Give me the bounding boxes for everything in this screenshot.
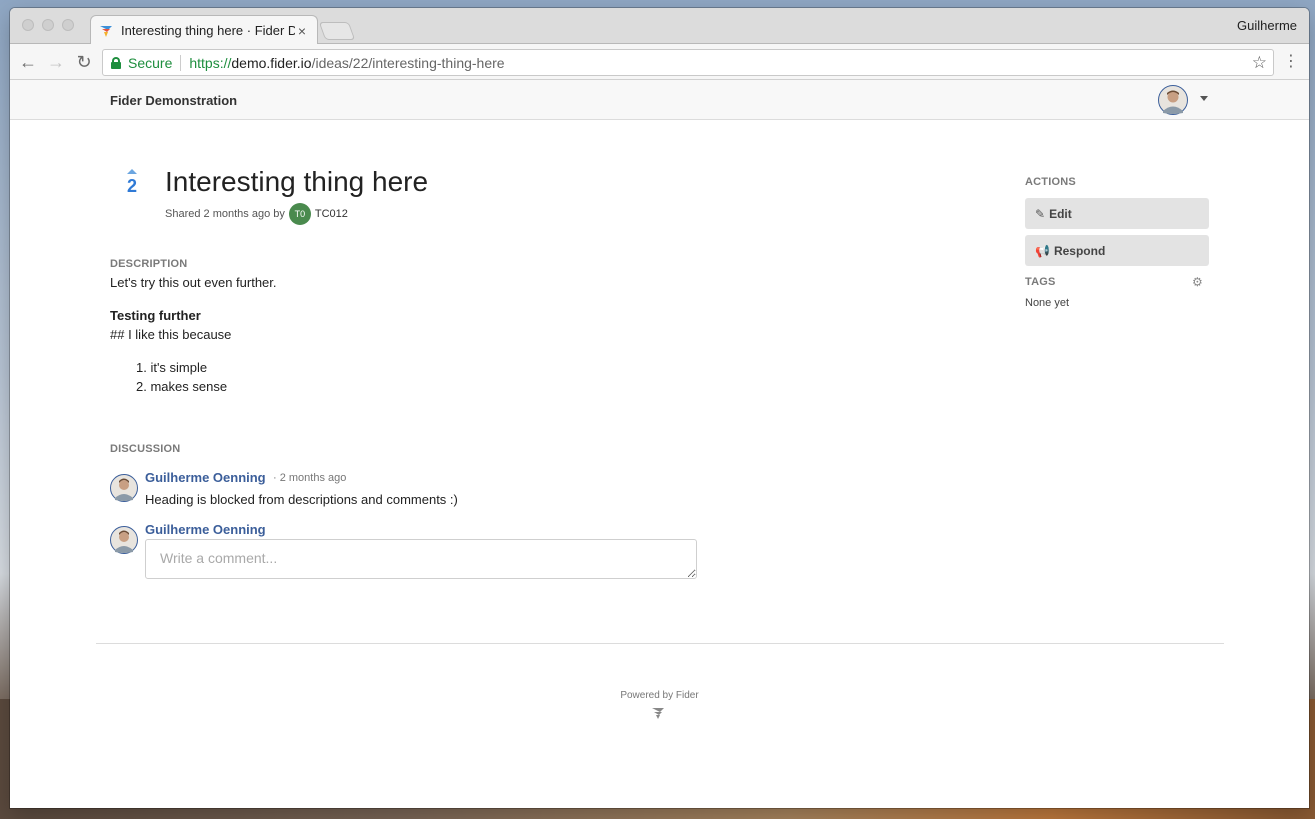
vote-counter[interactable]: 2 <box>123 169 141 197</box>
tags-empty-text: None yet <box>1025 297 1070 309</box>
idea-page: 2 Interesting thing here Shared 2 months… <box>10 121 1309 808</box>
tags-label: TAGS <box>1025 276 1056 288</box>
discussion-label: DISCUSSION <box>110 443 181 455</box>
commenter-name[interactable]: Guilherme Oenning <box>145 470 266 485</box>
browser-tab[interactable]: Interesting thing here · Fider D × <box>90 15 318 45</box>
description-list: 1. it's simple 2. makes sense <box>136 360 227 398</box>
window-maximize-button[interactable] <box>62 19 74 31</box>
comment-body: Heading is blocked from descriptions and… <box>145 492 458 507</box>
powered-by-text[interactable]: Powered by Fider <box>10 690 1309 701</box>
new-tab-button[interactable] <box>318 22 356 40</box>
secure-label: Secure <box>128 54 173 71</box>
site-title[interactable]: Fider Demonstration <box>110 93 237 108</box>
description-label: DESCRIPTION <box>110 258 188 270</box>
bookmark-star-icon[interactable]: ☆ <box>1252 53 1267 73</box>
address-divider <box>180 54 182 71</box>
url-scheme: https:// <box>189 54 232 71</box>
megaphone-icon: 📢 <box>1035 243 1050 258</box>
upvote-arrow-icon[interactable] <box>127 169 137 174</box>
commenter-avatar <box>110 474 138 502</box>
address-bar[interactable]: Secure https:// demo.fider.io /ideas/22/… <box>102 49 1274 76</box>
idea-title: Interesting thing here <box>165 166 429 197</box>
browser-window: Interesting thing here · Fider D × Guilh… <box>10 8 1309 808</box>
edit-button-label: Edit <box>1049 206 1072 221</box>
fider-logo-icon[interactable] <box>651 706 665 720</box>
url-host: demo.fider.io <box>231 54 312 71</box>
vote-count: 2 <box>126 176 137 196</box>
edit-icon: ✎ <box>1035 206 1046 221</box>
browser-toolbar: ← → ↻ Secure https:// demo.fider.io /ide… <box>10 44 1309 80</box>
back-arrow-icon[interactable]: ← <box>18 52 38 72</box>
tab-strip: Interesting thing here · Fider D × Guilh… <box>10 8 1309 45</box>
tab-close-icon[interactable]: × <box>295 23 309 39</box>
gear-icon[interactable]: ⚙ <box>1192 275 1203 289</box>
list-item: 1. it's simple <box>136 360 208 375</box>
respond-button-label: Respond <box>1053 243 1106 258</box>
description-line: ## I like this because <box>110 327 232 342</box>
current-user-avatar <box>110 526 138 554</box>
description-heading: Testing further <box>110 308 201 323</box>
user-avatar[interactable] <box>1158 85 1188 115</box>
reload-icon[interactable]: ↻ <box>74 52 94 72</box>
actions-label: ACTIONS <box>1025 176 1076 188</box>
author-avatar: T0 <box>288 203 311 225</box>
user-menu-caret-icon[interactable] <box>1200 96 1208 101</box>
comment-input[interactable] <box>145 539 697 579</box>
footer-divider <box>96 643 1224 644</box>
forward-arrow-icon[interactable]: → <box>46 52 66 72</box>
idea-shared-text: Shared 2 months ago by <box>165 208 285 220</box>
url-path: /ideas/22/interesting-thing-here <box>311 54 505 71</box>
description-text: Let's try this out even further. <box>110 275 277 290</box>
idea-meta: Shared 2 months ago by T0 TC012 <box>165 203 348 225</box>
lock-icon <box>111 56 121 69</box>
window-close-button[interactable] <box>22 19 34 31</box>
comment-timestamp: · 2 months ago <box>273 472 347 484</box>
tab-title: Interesting thing here · Fider D <box>121 23 295 38</box>
browser-menu-icon[interactable]: ⋮ <box>1283 52 1299 72</box>
site-header: Fider Demonstration <box>10 80 1309 120</box>
edit-button[interactable]: ✎ Edit <box>1025 198 1209 229</box>
author-name: TC012 <box>314 208 348 220</box>
fider-favicon-icon <box>100 25 112 37</box>
browser-profile-name[interactable]: Guilherme <box>1237 18 1297 33</box>
respond-button[interactable]: 📢 Respond <box>1025 235 1209 266</box>
current-user-name[interactable]: Guilherme Oenning <box>145 522 266 537</box>
window-minimize-button[interactable] <box>42 19 54 31</box>
list-item: 2. makes sense <box>136 379 228 394</box>
